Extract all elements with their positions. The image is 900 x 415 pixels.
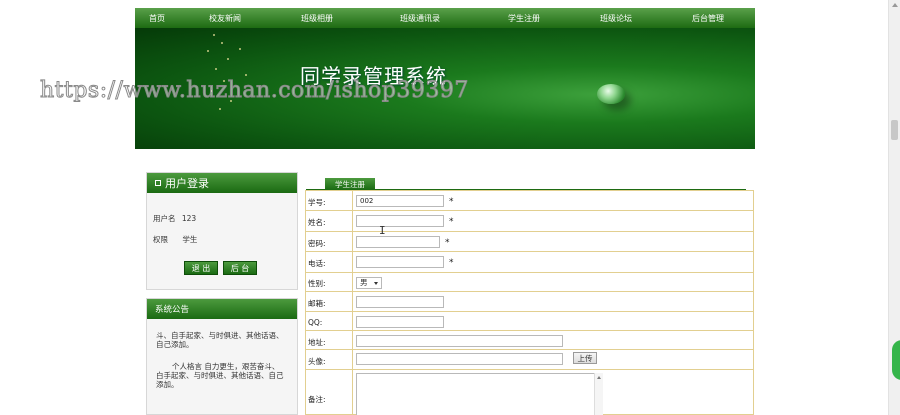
nav-item-class-album[interactable]: 班级相册: [301, 13, 333, 24]
form-row-avatar: 头像: 上传: [306, 350, 753, 370]
logout-button[interactable]: 退 出: [184, 261, 218, 275]
form-row-phone: 电话: *: [306, 252, 753, 273]
login-panel-title: 用户登录: [165, 177, 209, 190]
password-input[interactable]: [356, 236, 440, 248]
role-row: 权限 学生: [153, 234, 197, 245]
chat-widget-button[interactable]: [892, 340, 900, 380]
form-row-gender: 性别: 男: [306, 273, 753, 292]
nav-item-home[interactable]: 首页: [149, 13, 165, 24]
watermark-text: https://www.huzhan.com/ishop39397: [40, 78, 469, 104]
nav-item-alumni-news[interactable]: 校友新闻: [209, 13, 241, 24]
qq-label: QQ:: [308, 318, 323, 327]
gender-select-value: 男: [360, 278, 368, 287]
system-notice-panel: 系统公告 斗、自手起家、与时俱进、其他话语、自己添加。 个人格言 自力更生，艰苦…: [146, 298, 298, 415]
nav-item-class-forum[interactable]: 班级论坛: [600, 13, 632, 24]
email-input[interactable]: [356, 296, 444, 308]
qq-input[interactable]: [356, 316, 444, 328]
notice-panel-title: 系统公告: [155, 305, 190, 315]
student-register-form: 学号: 002 * 姓名: * 密码: * 电话: * 性别: 男 邮箱: QQ…: [305, 190, 754, 415]
top-nav-bar: 首页 校友新闻 班级相册 班级通讯录 学生注册 班级论坛 后台管理: [135, 8, 755, 28]
form-row-remarks: 备注:: [306, 370, 753, 415]
phone-input[interactable]: [356, 256, 444, 268]
admin-button[interactable]: 后 台: [223, 261, 257, 275]
phone-label: 电话:: [308, 259, 326, 268]
tab-student-register[interactable]: 学生注册: [325, 178, 375, 190]
register-tab-bar: 学生注册: [306, 178, 746, 190]
water-drop-image: [597, 84, 625, 104]
notice-paragraph: 个人格言 自力更生，艰苦奋斗、白手起家、与时俱进、其他话语、自己添加。: [156, 362, 284, 389]
notice-panel-header: 系统公告: [147, 299, 297, 319]
required-marker: *: [449, 258, 454, 268]
required-marker: *: [449, 197, 454, 207]
form-row-qq: QQ:: [306, 312, 753, 331]
nav-item-class-directory[interactable]: 班级通讯录: [400, 13, 440, 24]
textarea-scrollbar[interactable]: [594, 373, 603, 415]
password-label: 密码:: [308, 239, 326, 248]
username-row: 用户名 123: [153, 213, 196, 224]
remarks-label: 备注:: [308, 395, 326, 404]
nav-item-admin[interactable]: 后台管理: [692, 13, 724, 24]
student-id-label: 学号:: [308, 198, 326, 207]
email-label: 邮箱:: [308, 299, 326, 308]
required-marker: *: [445, 238, 450, 248]
scroll-up-icon[interactable]: [892, 3, 898, 7]
chevron-down-icon: [374, 282, 378, 285]
gender-label: 性别:: [308, 279, 326, 288]
gender-select[interactable]: 男: [356, 277, 382, 289]
user-login-panel: 用户登录 用户名 123 权限 学生 退 出 后 台: [146, 172, 298, 290]
upload-button[interactable]: 上传: [573, 352, 597, 364]
scroll-up-icon: [597, 376, 601, 379]
address-input[interactable]: [356, 335, 563, 347]
required-marker: *: [449, 217, 454, 227]
avatar-label: 头像:: [308, 357, 326, 366]
text-cursor-icon: I: [379, 224, 386, 237]
form-row-password: 密码: *: [306, 232, 753, 252]
notice-paragraph: 斗、自手起家、与时俱进、其他话语、自己添加。: [156, 331, 284, 349]
username-value: 123: [181, 214, 197, 223]
login-panel-header: 用户登录: [147, 173, 297, 193]
name-input[interactable]: [356, 215, 444, 227]
avatar-path-input[interactable]: [356, 353, 563, 365]
scrollbar-thumb[interactable]: [891, 120, 898, 140]
role-label: 权限: [153, 235, 168, 244]
form-row-name: 姓名: *: [306, 211, 753, 232]
form-row-email: 邮箱:: [306, 292, 753, 312]
remarks-textarea[interactable]: [356, 373, 602, 415]
checkbox-square-icon: [155, 180, 161, 186]
name-label: 姓名:: [308, 218, 326, 227]
role-value: 学生: [182, 235, 198, 244]
address-label: 地址:: [308, 338, 326, 347]
form-row-address: 地址:: [306, 331, 753, 350]
student-id-input[interactable]: 002: [356, 195, 444, 207]
nav-item-student-register[interactable]: 学生注册: [508, 13, 540, 24]
username-label: 用户名: [153, 214, 176, 223]
form-row-student-id: 学号: 002 *: [306, 191, 753, 211]
